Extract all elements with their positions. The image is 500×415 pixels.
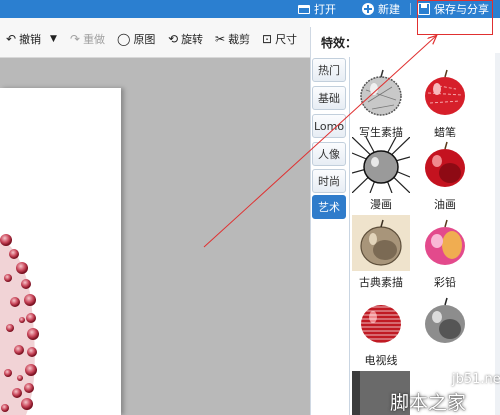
redo-label: 重做 xyxy=(83,33,106,46)
image-canvas[interactable] xyxy=(0,88,121,415)
effect-thumbnail xyxy=(416,215,474,271)
effect-thumbnail xyxy=(416,137,474,193)
open-button[interactable]: 打开 xyxy=(298,0,336,18)
save-share-highlight xyxy=(417,0,493,35)
rotate-button[interactable]: ⟲ 旋转 xyxy=(168,32,203,46)
plus-circle-icon xyxy=(362,3,374,15)
effect-color-pencil[interactable]: 彩铅 xyxy=(415,215,475,290)
undo-label: 撤销 xyxy=(19,33,42,46)
new-button[interactable]: 新建 xyxy=(362,0,400,18)
effect-thumbnail xyxy=(416,293,474,349)
effect-gray-apple[interactable] xyxy=(415,293,475,352)
new-label: 新建 xyxy=(378,3,400,16)
watermark-site: jb51.net xyxy=(452,372,500,387)
tab-fashion[interactable]: 时尚 xyxy=(312,169,346,193)
circle-icon: ◯ xyxy=(117,32,131,46)
folder-icon xyxy=(298,4,310,14)
tabs-divider xyxy=(349,57,350,415)
canvas-area[interactable] xyxy=(0,58,310,415)
crop-button[interactable]: ✂ 裁剪 xyxy=(215,32,250,46)
effect-tv-lines[interactable]: 电视线 xyxy=(351,293,411,368)
tab-lomo[interactable]: Lomo xyxy=(312,114,346,138)
effect-thumbnail xyxy=(352,65,410,121)
effect-comic[interactable]: 漫画 xyxy=(351,136,411,212)
tab-basic[interactable]: 基础 xyxy=(312,86,346,110)
undo-dropdown[interactable]: ▼ xyxy=(50,32,60,46)
effect-oil[interactable]: 油画 xyxy=(415,137,475,212)
effect-thumbnail xyxy=(416,65,474,121)
panel-title: 特效： xyxy=(321,36,358,50)
redo-button[interactable]: ↷ 重做 xyxy=(70,32,105,46)
effect-label: 漫画 xyxy=(370,198,392,211)
tab-portrait[interactable]: 人像 xyxy=(312,142,346,166)
open-label: 打开 xyxy=(314,3,336,16)
effect-label: 油画 xyxy=(434,198,456,211)
effect-thumbnail xyxy=(352,215,410,271)
panel-scrollbar[interactable] xyxy=(495,53,500,415)
site-watermark: jb51.net 脚本之家 xyxy=(378,366,500,415)
topbar-divider xyxy=(410,3,411,15)
effect-sketch[interactable]: 写生素描 xyxy=(351,65,411,140)
effect-thumbnail xyxy=(352,293,410,349)
effects-panel: 特效： 热门 基础 Lomo 人像 时尚 艺术 写生素描 蜡笔 漫画 油画 古典… xyxy=(310,27,500,415)
effect-thumbnail xyxy=(351,136,411,194)
size-button[interactable]: ⊡ 尺寸 xyxy=(262,32,297,46)
caret-down-icon: ▼ xyxy=(50,34,57,44)
original-button[interactable]: ◯ 原图 xyxy=(117,32,155,46)
size-label: 尺寸 xyxy=(275,33,298,46)
scissors-icon: ✂ xyxy=(215,32,226,46)
redo-icon: ↷ xyxy=(70,32,81,46)
resize-icon: ⊡ xyxy=(262,32,273,46)
effect-classic-sketch[interactable]: 古典素描 xyxy=(351,215,411,290)
effect-crayon[interactable]: 蜡笔 xyxy=(415,65,475,140)
rotate-label: 旋转 xyxy=(181,33,204,46)
effect-label: 古典素描 xyxy=(359,276,403,289)
edit-toolbar: ↶ 撤销 ▼ ↷ 重做 ◯ 原图 ⟲ 旋转 ✂ 裁剪 ⊡ 尺寸 xyxy=(0,18,310,58)
effect-label: 彩铅 xyxy=(434,276,456,289)
apple-photo-crop xyxy=(0,234,39,415)
rotate-icon: ⟲ xyxy=(168,32,179,46)
undo-icon: ↶ xyxy=(6,32,17,46)
original-label: 原图 xyxy=(133,33,156,46)
crop-label: 裁剪 xyxy=(228,33,251,46)
undo-button[interactable]: ↶ 撤销 xyxy=(6,32,41,46)
watermark-name: 脚本之家 xyxy=(390,392,467,414)
tab-art[interactable]: 艺术 xyxy=(312,195,346,219)
tab-hot[interactable]: 热门 xyxy=(312,58,346,82)
